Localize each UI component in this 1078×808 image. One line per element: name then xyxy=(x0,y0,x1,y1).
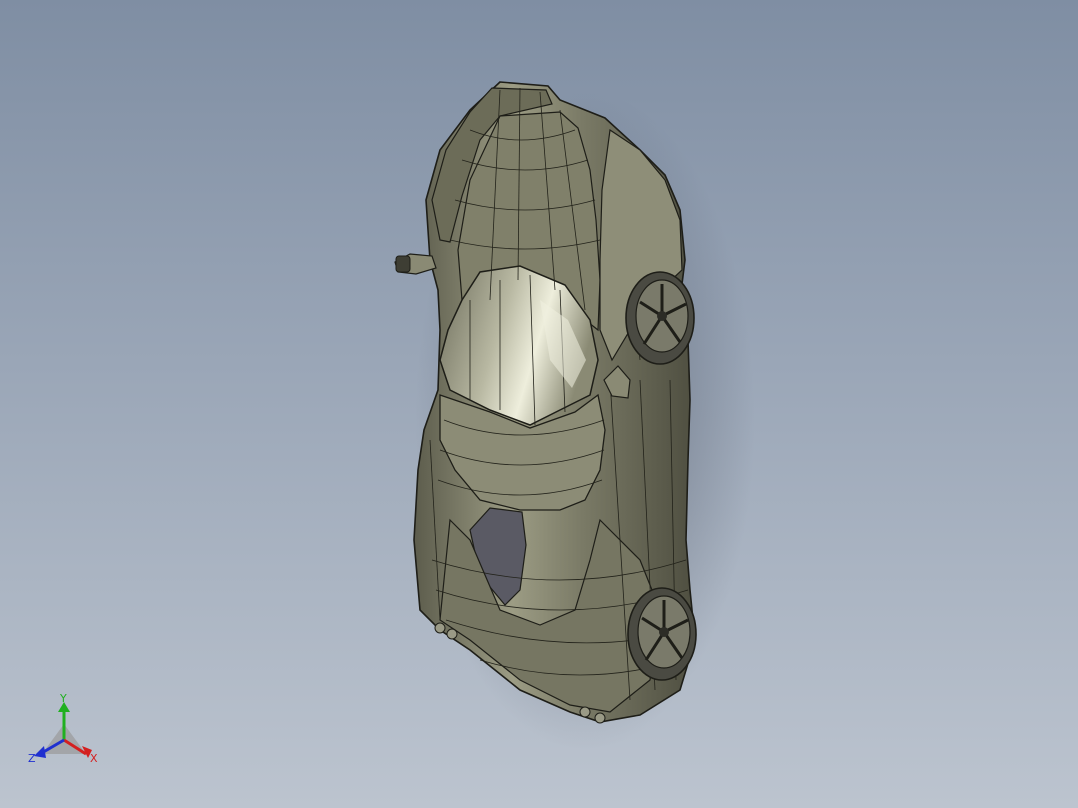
graphics-viewport[interactable]: Y X Z xyxy=(0,0,1078,808)
rear-wheel xyxy=(625,271,695,365)
triad-z-arrow xyxy=(34,746,46,758)
orientation-triad: Y X Z xyxy=(28,692,98,765)
triad-y-label: Y xyxy=(59,692,67,705)
side-mirror xyxy=(394,253,437,275)
triad-z-label: Z xyxy=(28,752,36,765)
triad-x-label: X xyxy=(90,752,98,765)
front-wheel xyxy=(627,587,697,681)
car-3d-model[interactable] xyxy=(0,0,1078,808)
